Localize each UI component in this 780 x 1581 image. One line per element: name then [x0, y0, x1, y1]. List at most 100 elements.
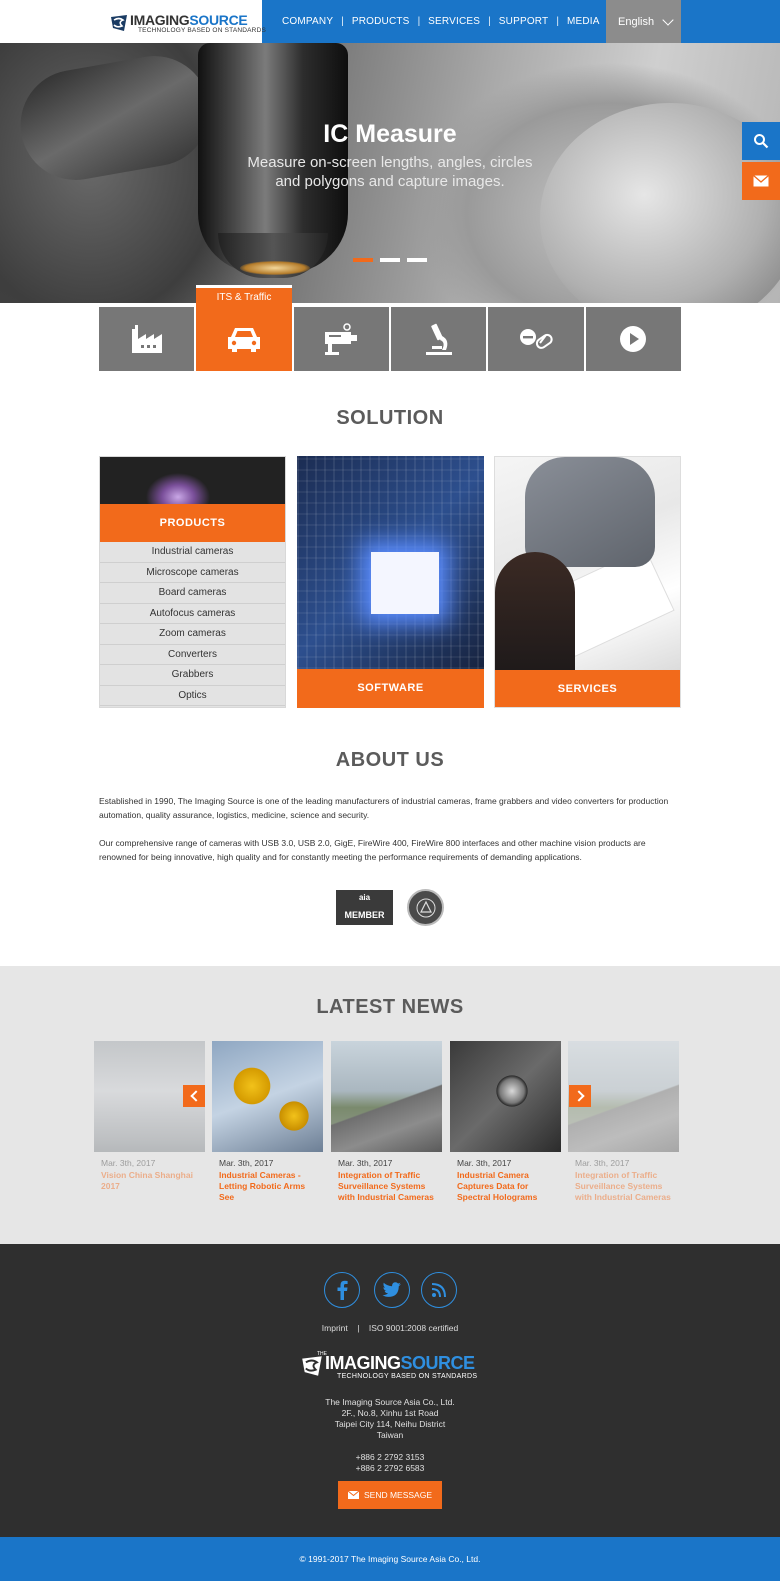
services-card[interactable]: SERVICES — [494, 456, 681, 708]
nav-separator: | — [341, 16, 344, 27]
logo-tagline: TECHNOLOGY BASED ON STANDARDS — [138, 27, 266, 34]
nav-separator: | — [556, 16, 559, 27]
news-card[interactable]: Mar. 3th, 2017 Integration of Traffic Su… — [568, 1041, 679, 1203]
news-date: Mar. 3th, 2017 — [219, 1158, 274, 1168]
list-item[interactable]: Board cameras — [100, 583, 285, 604]
language-select[interactable]: English — [606, 0, 681, 43]
about-paragraph: Our comprehensive range of cameras with … — [99, 838, 646, 862]
logo[interactable]: IMAGINGSOURCE TECHNOLOGY BASED ON STANDA… — [110, 12, 266, 36]
language-value: English — [618, 15, 655, 28]
car-icon — [227, 328, 260, 352]
products-list: Industrial cameras Microscope cameras Bo… — [100, 542, 285, 706]
news-image — [450, 1041, 561, 1152]
news-image — [331, 1041, 442, 1152]
slider-dots — [353, 258, 427, 262]
software-label: SOFTWARE — [297, 669, 484, 708]
mail-icon — [347, 1491, 359, 1499]
category-video[interactable] — [585, 307, 681, 371]
news-date: Mar. 3th, 2017 — [338, 1158, 393, 1168]
news-card[interactable]: Mar. 3th, 2017 Vision China Shanghai 201… — [94, 1041, 205, 1192]
slider-dot[interactable] — [353, 258, 373, 262]
logo-area: IMAGINGSOURCE TECHNOLOGY BASED ON STANDA… — [0, 0, 266, 43]
certification-icon — [416, 898, 435, 917]
news-image — [212, 1041, 323, 1152]
hero-subtitle-line: and polygons and capture images. — [275, 173, 505, 190]
footer-logo-brand: IMAGINGSOURCE — [325, 1353, 475, 1373]
list-item[interactable]: Grabbers — [100, 665, 285, 686]
microscope-icon — [425, 323, 452, 355]
news-card[interactable]: Mar. 3th, 2017 Industrial Cameras - Lett… — [212, 1041, 323, 1203]
iso-certification-badge — [407, 889, 444, 926]
phone-number: +886 2 2792 3153 — [355, 1452, 425, 1462]
nav-separator: | — [488, 16, 491, 27]
hero-image-part — [240, 261, 310, 275]
about-paragraph: Established in 1990, The Imaging Source … — [99, 796, 669, 820]
news-title: Integration of Traffic Surveillance Syst… — [338, 1170, 434, 1202]
send-message-button[interactable]: SEND MESSAGE — [338, 1481, 442, 1509]
copyright-bar: © 1991-2017 The Imaging Source Asia Co.,… — [0, 1537, 780, 1581]
category-its-traffic[interactable] — [196, 307, 292, 371]
software-card[interactable]: SOFTWARE — [297, 456, 484, 708]
send-message-label: SEND MESSAGE — [363, 1490, 433, 1500]
iso-link[interactable]: ISO 9001:2008 certified — [369, 1323, 458, 1333]
address-line: Taiwan — [376, 1430, 404, 1440]
news-date: Mar. 3th, 2017 — [101, 1158, 156, 1168]
side-mail-button[interactable] — [742, 162, 780, 200]
category-traffic-camera[interactable] — [293, 307, 389, 371]
address-line: 2F., No.8, Xinhu 1st Road — [341, 1408, 439, 1418]
phone-number: +886 2 2792 6583 — [355, 1463, 425, 1473]
news-card[interactable]: Mar. 3th, 2017 Industrial Camera Capture… — [450, 1041, 561, 1203]
twitter-link[interactable] — [374, 1272, 410, 1308]
footer-phones: +886 2 2792 3153 +886 2 2792 6583 — [0, 1452, 780, 1474]
nav-separator: | — [417, 16, 421, 27]
factory-icon — [131, 325, 162, 353]
side-search-button[interactable] — [742, 122, 780, 160]
chevron-down-icon — [662, 14, 674, 26]
footer-logo-tagline: TECHNOLOGY BASED ON STANDARDS — [337, 1373, 478, 1380]
logo-brand: IMAGINGSOURCE — [130, 12, 248, 28]
address-line: The Imaging Source Asia Co., Ltd. — [325, 1397, 455, 1407]
facebook-link[interactable] — [324, 1272, 360, 1308]
slider-dot[interactable] — [407, 258, 427, 262]
news-title: Vision China Shanghai 2017 — [101, 1170, 193, 1191]
twitter-icon — [382, 1282, 401, 1297]
hero-title: IC Measure — [323, 120, 457, 148]
category-microscope[interactable] — [390, 307, 487, 371]
aia-badge-member: MEMBER — [344, 910, 385, 920]
rss-link[interactable] — [421, 1272, 457, 1308]
category-medical[interactable] — [488, 307, 584, 371]
facebook-icon — [337, 1280, 348, 1300]
slider-dot[interactable] — [380, 258, 400, 262]
solution-heading: SOLUTION — [336, 407, 444, 429]
services-label: SERVICES — [495, 670, 680, 707]
about-heading: ABOUT US — [335, 749, 445, 771]
nav-company[interactable]: COMPANY — [274, 16, 341, 27]
imprint-link[interactable]: Imprint — [322, 1323, 348, 1333]
category-factory[interactable] — [99, 307, 195, 371]
list-item[interactable]: Industrial cameras — [100, 542, 285, 563]
footer-links: Imprint | ISO 9001:2008 certified — [0, 1323, 780, 1333]
list-item[interactable]: Autofocus cameras — [100, 604, 285, 624]
aia-member-badge: aia MEMBER — [336, 890, 393, 925]
nav-support[interactable]: SUPPORT — [491, 16, 557, 27]
news-card[interactable]: Mar. 3th, 2017 Integration of Traffic Su… — [331, 1041, 442, 1203]
news-heading: LATEST NEWS — [316, 996, 464, 1018]
news-date: Mar. 3th, 2017 — [575, 1158, 630, 1168]
news-prev-button[interactable] — [183, 1085, 205, 1107]
products-title[interactable]: PRODUCTS — [100, 504, 285, 542]
products-image — [100, 457, 285, 504]
main-nav: COMPANY | PRODUCTS | SERVICES | SUPPORT | ME… — [274, 0, 608, 43]
products-card: PRODUCTS Industrial cameras Microscope c… — [99, 456, 286, 708]
list-item[interactable]: Converters — [100, 645, 285, 665]
nav-services[interactable]: SERVICES — [420, 16, 488, 27]
news-title: Industrial Cameras - Letting Robotic Arm… — [219, 1170, 306, 1202]
list-item[interactable]: Microscope cameras — [100, 563, 285, 583]
list-item[interactable]: Optics — [100, 686, 285, 706]
list-item[interactable]: Zoom cameras — [100, 624, 285, 645]
nav-products[interactable]: PRODUCTS — [344, 16, 418, 27]
logo-mark-icon — [111, 15, 127, 31]
news-next-button[interactable] — [569, 1085, 591, 1107]
hero-subtitle: Measure on-screen lengths, angles, circl… — [0, 153, 780, 191]
nav-media[interactable]: MEDIA — [559, 16, 608, 27]
link-separator: | — [350, 1323, 367, 1333]
